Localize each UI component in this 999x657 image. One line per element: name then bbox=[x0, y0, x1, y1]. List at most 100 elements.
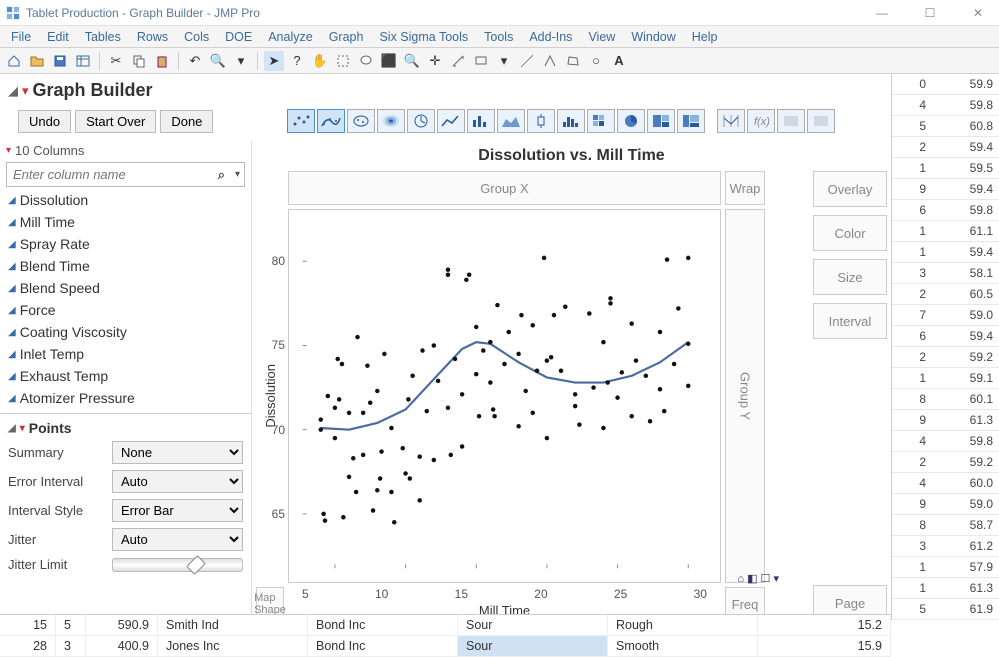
zoom-icon[interactable]: 🔍 bbox=[208, 51, 228, 71]
paste-icon[interactable] bbox=[152, 51, 172, 71]
menu-six-sigma-tools[interactable]: Six Sigma Tools bbox=[372, 28, 475, 46]
home-icon[interactable] bbox=[4, 51, 24, 71]
element-formula-icon[interactable] bbox=[407, 109, 435, 133]
data-cell[interactable]: 157.9 bbox=[892, 557, 999, 578]
data-cell[interactable]: 560.8 bbox=[892, 116, 999, 137]
interval-style-select[interactable]: Error Bar bbox=[112, 499, 243, 522]
element-treemap-icon[interactable] bbox=[647, 109, 675, 133]
dropzone-group-x[interactable]: Group X bbox=[288, 171, 721, 205]
error-interval-select[interactable]: Auto bbox=[112, 470, 243, 493]
points-menu-icon[interactable]: ▾ bbox=[20, 423, 25, 434]
element-fx-icon[interactable]: f(x) bbox=[747, 109, 775, 133]
polygon-tool-icon[interactable] bbox=[563, 51, 583, 71]
dropzone-color[interactable]: Color bbox=[813, 215, 887, 251]
dropzone-size[interactable]: Size bbox=[813, 259, 887, 295]
column-spray-rate[interactable]: ◢Spray Rate bbox=[0, 233, 251, 255]
menu-view[interactable]: View bbox=[581, 28, 622, 46]
element-pie-icon[interactable] bbox=[617, 109, 645, 133]
menu-graph[interactable]: Graph bbox=[322, 28, 371, 46]
save-icon[interactable] bbox=[50, 51, 70, 71]
done-button[interactable]: Done bbox=[160, 110, 213, 133]
close-button[interactable]: ✕ bbox=[963, 6, 993, 20]
start-over-button[interactable]: Start Over bbox=[75, 110, 156, 133]
line-tool-icon[interactable]: ／ bbox=[517, 51, 537, 71]
column-search-input[interactable] bbox=[7, 163, 212, 186]
data-cell[interactable]: 659.8 bbox=[892, 200, 999, 221]
column-coating-viscosity[interactable]: ◢Coating Viscosity bbox=[0, 321, 251, 343]
data-cell[interactable]: 361.2 bbox=[892, 536, 999, 557]
column-exhaust-temp[interactable]: ◢Exhaust Temp bbox=[0, 365, 251, 387]
data-cell[interactable]: 159.4 bbox=[892, 242, 999, 263]
element-boxplot-icon[interactable] bbox=[527, 109, 555, 133]
lasso-tool-icon[interactable] bbox=[356, 51, 376, 71]
menu-edit[interactable]: Edit bbox=[40, 28, 76, 46]
menu-rows[interactable]: Rows bbox=[130, 28, 175, 46]
column-atomizer-pressure[interactable]: ◢Atomizer Pressure bbox=[0, 387, 251, 409]
column-inlet-temp[interactable]: ◢Inlet Temp bbox=[0, 343, 251, 365]
element-bar-icon[interactable] bbox=[467, 109, 495, 133]
data-cell[interactable]: 459.8 bbox=[892, 431, 999, 452]
data-cell[interactable]: 959.0 bbox=[892, 494, 999, 515]
element-heatmap-icon[interactable] bbox=[587, 109, 615, 133]
crosshair-tool-icon[interactable]: ✛ bbox=[425, 51, 445, 71]
zoom-tool-icon[interactable]: 🔍 bbox=[402, 51, 422, 71]
data-cell[interactable]: 161.1 bbox=[892, 221, 999, 242]
shape-tool-icon[interactable] bbox=[540, 51, 560, 71]
menu-tools[interactable]: Tools bbox=[477, 28, 520, 46]
summary-select[interactable]: None bbox=[112, 441, 243, 464]
dropdown-1-icon[interactable]: ▾ bbox=[231, 51, 251, 71]
help-tool-icon[interactable]: ? bbox=[287, 51, 307, 71]
element-map2-icon[interactable] bbox=[807, 109, 835, 133]
circle-tool-icon[interactable]: ○ bbox=[586, 51, 606, 71]
select-tool-icon[interactable] bbox=[333, 51, 353, 71]
pin-dropdown-icon[interactable]: ▾ bbox=[494, 51, 514, 71]
data-cell[interactable]: 460.0 bbox=[892, 473, 999, 494]
element-hist-icon[interactable] bbox=[557, 109, 585, 133]
table-row[interactable]: 283400.9Jones IncBond IncSourSmooth15.9 bbox=[0, 636, 891, 657]
search-dropdown-icon[interactable]: ▾ bbox=[231, 166, 244, 183]
cols-disclose-icon[interactable]: ▾ bbox=[6, 145, 11, 156]
gb-menu-icon[interactable]: ▾ bbox=[22, 83, 29, 99]
element-line-icon[interactable] bbox=[437, 109, 465, 133]
jitter-select[interactable]: Auto bbox=[112, 528, 243, 551]
menu-file[interactable]: File bbox=[4, 28, 38, 46]
element-ellipse-icon[interactable] bbox=[347, 109, 375, 133]
data-cell[interactable]: 961.3 bbox=[892, 410, 999, 431]
menu-analyze[interactable]: Analyze bbox=[261, 28, 319, 46]
undo-button[interactable]: Undo bbox=[18, 110, 71, 133]
scatter-plot[interactable]: 65707580 bbox=[288, 209, 721, 583]
column-force[interactable]: ◢Force bbox=[0, 299, 251, 321]
gb-disclose-icon[interactable]: ◢ bbox=[8, 83, 18, 99]
dropzone-group-y[interactable]: Group Y bbox=[725, 209, 765, 583]
table-row[interactable]: 155590.9Smith IndBond IncSourRough15.2 bbox=[0, 615, 891, 636]
element-smoother-icon[interactable] bbox=[317, 109, 345, 133]
menu-tables[interactable]: Tables bbox=[78, 28, 128, 46]
data-cell[interactable]: 358.1 bbox=[892, 263, 999, 284]
element-area-icon[interactable] bbox=[497, 109, 525, 133]
brush-tool-icon[interactable]: ⬛ bbox=[379, 51, 399, 71]
cut-icon[interactable]: ✂ bbox=[106, 51, 126, 71]
element-mosaic-icon[interactable] bbox=[677, 109, 705, 133]
menu-doe[interactable]: DOE bbox=[218, 28, 259, 46]
column-blend-speed[interactable]: ◢Blend Speed bbox=[0, 277, 251, 299]
dropzone-interval[interactable]: Interval bbox=[813, 303, 887, 339]
search-icon[interactable]: ⌕ bbox=[212, 164, 231, 186]
datatable-icon[interactable] bbox=[73, 51, 93, 71]
data-cell[interactable]: 259.2 bbox=[892, 452, 999, 473]
dropzone-wrap[interactable]: Wrap bbox=[725, 171, 765, 205]
data-cell[interactable]: 059.9 bbox=[892, 74, 999, 95]
element-points-icon[interactable] bbox=[287, 109, 315, 133]
element-contour-icon[interactable] bbox=[377, 109, 405, 133]
minimize-button[interactable]: — bbox=[867, 6, 897, 20]
data-cell[interactable]: 561.9 bbox=[892, 599, 999, 620]
element-parallel-icon[interactable] bbox=[717, 109, 745, 133]
ruler-icon[interactable] bbox=[448, 51, 468, 71]
data-cell[interactable]: 759.0 bbox=[892, 305, 999, 326]
column-dissolution[interactable]: ◢Dissolution bbox=[0, 189, 251, 211]
data-cell[interactable]: 259.4 bbox=[892, 137, 999, 158]
jitter-limit-slider[interactable] bbox=[112, 558, 243, 572]
data-cell[interactable]: 159.5 bbox=[892, 158, 999, 179]
copy-icon[interactable] bbox=[129, 51, 149, 71]
element-map1-icon[interactable] bbox=[777, 109, 805, 133]
menu-cols[interactable]: Cols bbox=[177, 28, 216, 46]
